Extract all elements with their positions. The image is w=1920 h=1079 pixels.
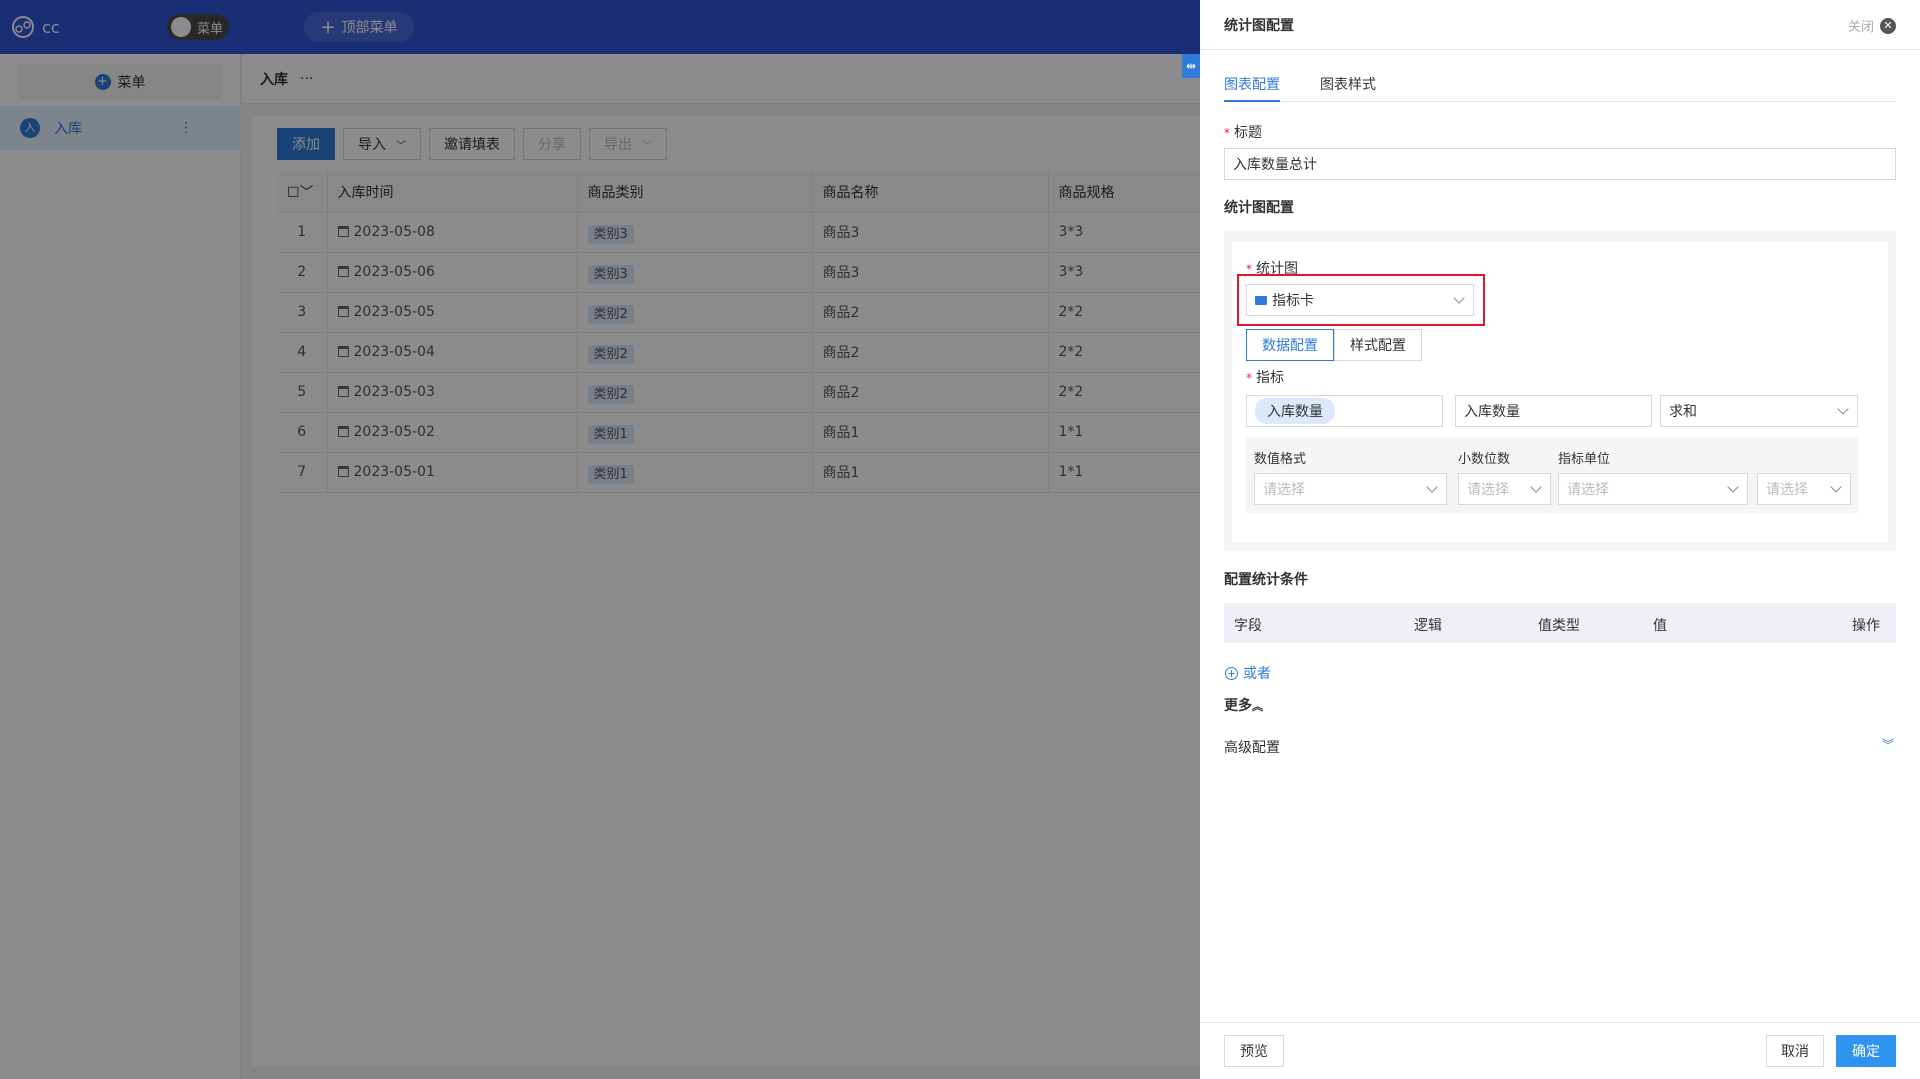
unit-suffix-select[interactable]: 请选择 <box>1757 473 1851 505</box>
number-format-select[interactable]: 请选择 <box>1254 473 1447 505</box>
aggregation-select[interactable]: 求和 <box>1660 395 1858 427</box>
highlight-box <box>1237 274 1485 326</box>
chevron-down-icon <box>1426 481 1438 493</box>
or-label: 或者 <box>1243 666 1271 682</box>
close-label: 关闭 <box>1847 20 1874 35</box>
metric-field-chip: 入库数量 <box>1255 398 1335 424</box>
column-header: 操作 <box>1852 618 1880 634</box>
advanced-config-label: 高级配置 <box>1224 740 1280 756</box>
plus-circle-icon: + <box>1225 666 1238 680</box>
more-label: 更多 <box>1224 698 1252 714</box>
chevron-down-icon <box>1837 403 1849 415</box>
add-or-condition-button[interactable]: + 或者 <box>1225 663 1271 683</box>
close-button[interactable]: 关闭 ✕ <box>1848 16 1896 35</box>
drawer-title: 统计图配置 <box>1224 17 1294 34</box>
number-format-label: 数值格式 <box>1254 452 1307 467</box>
title-input[interactable]: 入库数量总计 <box>1224 148 1896 180</box>
decimals-select[interactable]: 请选择 <box>1458 473 1551 505</box>
preview-button[interactable]: 预览 <box>1224 1035 1284 1067</box>
metric-alias-input[interactable]: 入库数量 <box>1455 395 1652 427</box>
title-label: * 标题 <box>1224 125 1262 141</box>
more-toggle[interactable]: 更多︽ <box>1224 695 1263 715</box>
stats-section-title: 统计图配置 <box>1224 200 1294 216</box>
chevron-up-icon: ︽ <box>1252 700 1263 713</box>
column-header: 字段 <box>1234 618 1262 634</box>
chevron-down-icon <box>1530 481 1542 493</box>
metric-label: * 指标 <box>1246 370 1284 386</box>
placeholder-text: 请选择 <box>1567 482 1609 498</box>
conditions-title: 配置统计条件 <box>1224 572 1308 588</box>
column-header: 值类型 <box>1538 618 1580 634</box>
placeholder-text: 请选择 <box>1467 482 1509 498</box>
column-header: 逻辑 <box>1414 618 1442 634</box>
unit-select[interactable]: 请选择 <box>1558 473 1748 505</box>
drawer-header: 统计图配置 关闭 ✕ <box>1200 0 1920 50</box>
resize-handle-icon[interactable]: ⇹ <box>1182 54 1200 78</box>
double-chevron-down-icon[interactable]: ︾ <box>1882 736 1894 753</box>
tab-chart-config[interactable]: 图表配置 <box>1224 74 1280 102</box>
chevron-down-icon <box>1727 481 1739 493</box>
placeholder-text: 请选择 <box>1263 482 1305 498</box>
cancel-button[interactable]: 取消 <box>1766 1035 1824 1067</box>
tab-data-config[interactable]: 数据配置 <box>1246 329 1334 361</box>
unit-label: 指标单位 <box>1558 452 1611 467</box>
close-icon: ✕ <box>1880 17 1896 34</box>
aggregation-value: 求和 <box>1669 404 1697 420</box>
drawer-tabs: 图表配置 图表样式 <box>1224 74 1896 102</box>
chevron-down-icon <box>1830 481 1842 493</box>
config-segment: 数据配置 样式配置 <box>1246 329 1422 361</box>
decimals-label: 小数位数 <box>1458 452 1511 467</box>
tab-chart-style[interactable]: 图表样式 <box>1320 74 1376 102</box>
metric-field-select[interactable]: 入库数量 <box>1246 395 1443 427</box>
confirm-button[interactable]: 确定 <box>1836 1035 1896 1067</box>
tab-style-config[interactable]: 样式配置 <box>1334 329 1422 361</box>
placeholder-text: 请选择 <box>1766 482 1808 498</box>
column-header: 值 <box>1653 618 1667 634</box>
conditions-table-header: 字段 逻辑 值类型 值 操作 <box>1224 603 1896 643</box>
